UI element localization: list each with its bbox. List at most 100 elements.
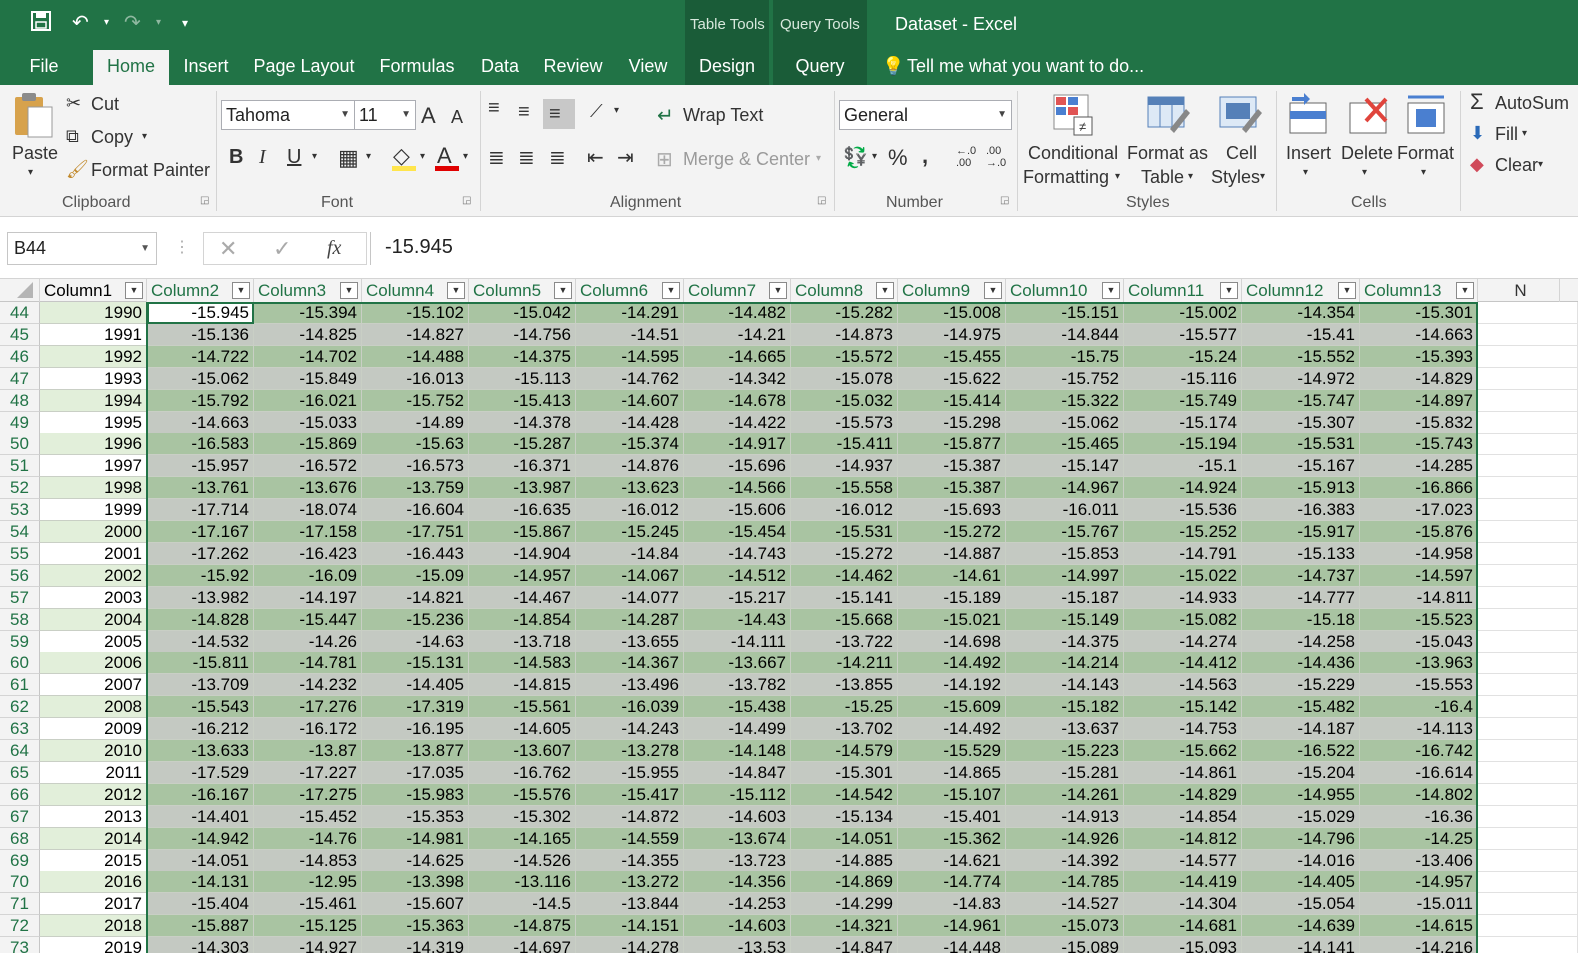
table-cell[interactable]: -13.702 (791, 718, 898, 740)
table-cell[interactable]: -14.488 (362, 346, 469, 368)
table-cell[interactable]: -14.422 (684, 412, 791, 434)
table-cell[interactable]: -15.363 (362, 915, 469, 937)
row-header[interactable]: 44 (0, 302, 40, 324)
middle-align-icon[interactable]: ≡ (518, 101, 530, 124)
table-cell[interactable]: -15.062 (147, 368, 254, 390)
table-cell[interactable]: -15.252 (1124, 521, 1242, 543)
row-header[interactable]: 72 (0, 915, 40, 937)
table-cell[interactable]: -14.605 (469, 718, 576, 740)
alignment-launcher-icon[interactable]: ◲ (817, 195, 826, 206)
table-cell[interactable]: 2000 (40, 521, 147, 543)
table-cell[interactable]: -15.401 (898, 806, 1006, 828)
table-cell[interactable]: -17.529 (147, 762, 254, 784)
table-cell[interactable]: -14.975 (898, 324, 1006, 346)
table-cell[interactable]: -13.855 (791, 674, 898, 696)
table-cell[interactable]: 2019 (40, 937, 147, 953)
table-cell[interactable]: -14.785 (1006, 871, 1124, 893)
table-cell[interactable]: 2018 (40, 915, 147, 937)
empty-cell[interactable] (1478, 390, 1578, 412)
clear-button[interactable]: Clear (1495, 155, 1538, 176)
autosum-button[interactable]: AutoSum (1495, 93, 1569, 114)
table-cell[interactable]: -14.579 (791, 740, 898, 762)
empty-cell[interactable] (1478, 718, 1578, 740)
empty-cell[interactable] (1478, 871, 1578, 893)
table-cell[interactable]: -15.062 (1006, 412, 1124, 434)
table-cell[interactable]: -16.572 (254, 455, 362, 477)
table-cell[interactable]: 2003 (40, 587, 147, 609)
table-cell[interactable]: -15.189 (898, 587, 1006, 609)
table-cell[interactable]: -14.828 (147, 609, 254, 631)
table-cell[interactable]: 2007 (40, 674, 147, 696)
row-header[interactable]: 68 (0, 828, 40, 850)
row-header[interactable]: 73 (0, 937, 40, 953)
worksheet-grid[interactable]: Column1 ▼ Column2 ▼ Column3 ▼ Column4 ▼ Column5 ▼… (0, 279, 1578, 953)
row-header[interactable]: 59 (0, 631, 40, 653)
table-cell[interactable]: -14.84 (576, 543, 684, 565)
table-cell[interactable]: -14.499 (684, 718, 791, 740)
empty-cell[interactable] (1478, 587, 1578, 609)
table-cell[interactable]: -15.743 (1360, 433, 1478, 455)
table-cell[interactable]: -15.455 (898, 346, 1006, 368)
table-cell[interactable]: -14.737 (1242, 565, 1360, 587)
table-cell[interactable]: -13.53 (684, 937, 791, 953)
table-cell[interactable]: 2016 (40, 871, 147, 893)
table-cell[interactable]: -14.702 (254, 346, 362, 368)
table-cell[interactable]: -17.023 (1360, 499, 1478, 521)
table-cell[interactable]: -14.566 (684, 477, 791, 499)
conditional-formatting-button[interactable]: Conditional (1028, 143, 1118, 164)
table-cell[interactable]: -15.417 (576, 784, 684, 806)
table-cell[interactable]: -14.812 (1124, 828, 1242, 850)
table-cell[interactable]: -15.452 (254, 806, 362, 828)
table-cell[interactable]: -14.148 (684, 740, 791, 762)
table-cell[interactable]: -13.623 (576, 477, 684, 499)
cut-button[interactable]: Cut (91, 94, 119, 115)
table-cell[interactable]: -13.667 (684, 652, 791, 674)
table-cell[interactable]: -15.113 (469, 368, 576, 390)
table-cell[interactable]: -16.866 (1360, 477, 1478, 499)
row-header[interactable]: 45 (0, 324, 40, 346)
column-header-n[interactable]: N (1478, 279, 1560, 302)
table-cell[interactable]: -14.187 (1242, 718, 1360, 740)
table-cell[interactable]: -14.753 (1124, 718, 1242, 740)
empty-cell[interactable] (1478, 609, 1578, 631)
paste-icon[interactable] (12, 91, 54, 141)
empty-cell[interactable] (1478, 696, 1578, 718)
bottom-align-icon[interactable]: ≡ (549, 103, 561, 126)
table-cell[interactable]: -13.676 (254, 477, 362, 499)
table-cell[interactable]: -16.012 (791, 499, 898, 521)
table-cell[interactable]: -14.436 (1242, 652, 1360, 674)
table-cell[interactable]: -14.492 (898, 652, 1006, 674)
table-cell[interactable]: -16.09 (254, 565, 362, 587)
table-cell[interactable]: -15.1 (1124, 455, 1242, 477)
table-cell[interactable]: -14.559 (576, 828, 684, 850)
table-cell[interactable]: -17.714 (147, 499, 254, 521)
table-cell[interactable]: -14.743 (684, 543, 791, 565)
delete-cells-button[interactable]: Delete (1341, 143, 1393, 164)
table-cell[interactable]: -14.232 (254, 674, 362, 696)
table-cell[interactable]: -15.167 (1242, 455, 1360, 477)
row-header[interactable]: 47 (0, 368, 40, 390)
table-cell[interactable]: -14.367 (576, 652, 684, 674)
table-cell[interactable]: 2010 (40, 740, 147, 762)
table-cell[interactable]: -15.18 (1242, 609, 1360, 631)
empty-cell[interactable] (1478, 477, 1578, 499)
conditional-dropdown-icon[interactable]: ▾ (1115, 171, 1120, 182)
table-cell[interactable]: -15.029 (1242, 806, 1360, 828)
table-cell[interactable]: -15.281 (1006, 762, 1124, 784)
table-cell[interactable]: -15.393 (1360, 346, 1478, 368)
table-cell[interactable]: -15.411 (791, 433, 898, 455)
row-header[interactable]: 46 (0, 346, 40, 368)
table-cell[interactable]: -15.374 (576, 433, 684, 455)
table-cell[interactable]: -15.043 (1360, 631, 1478, 653)
table-cell[interactable]: -15.447 (254, 609, 362, 631)
table-cell[interactable]: -14.113 (1360, 718, 1478, 740)
table-cell[interactable]: -14.957 (469, 565, 576, 587)
column-header-10[interactable]: Column10 ▼ (1006, 279, 1124, 302)
table-cell[interactable]: 2012 (40, 784, 147, 806)
table-cell[interactable]: -15.832 (1360, 412, 1478, 434)
table-cell[interactable]: -14.933 (1124, 587, 1242, 609)
table-cell[interactable]: 2014 (40, 828, 147, 850)
filter-dropdown-icon[interactable]: ▼ (769, 282, 787, 299)
table-cell[interactable]: -14.796 (1242, 828, 1360, 850)
empty-cell[interactable] (1478, 893, 1578, 915)
